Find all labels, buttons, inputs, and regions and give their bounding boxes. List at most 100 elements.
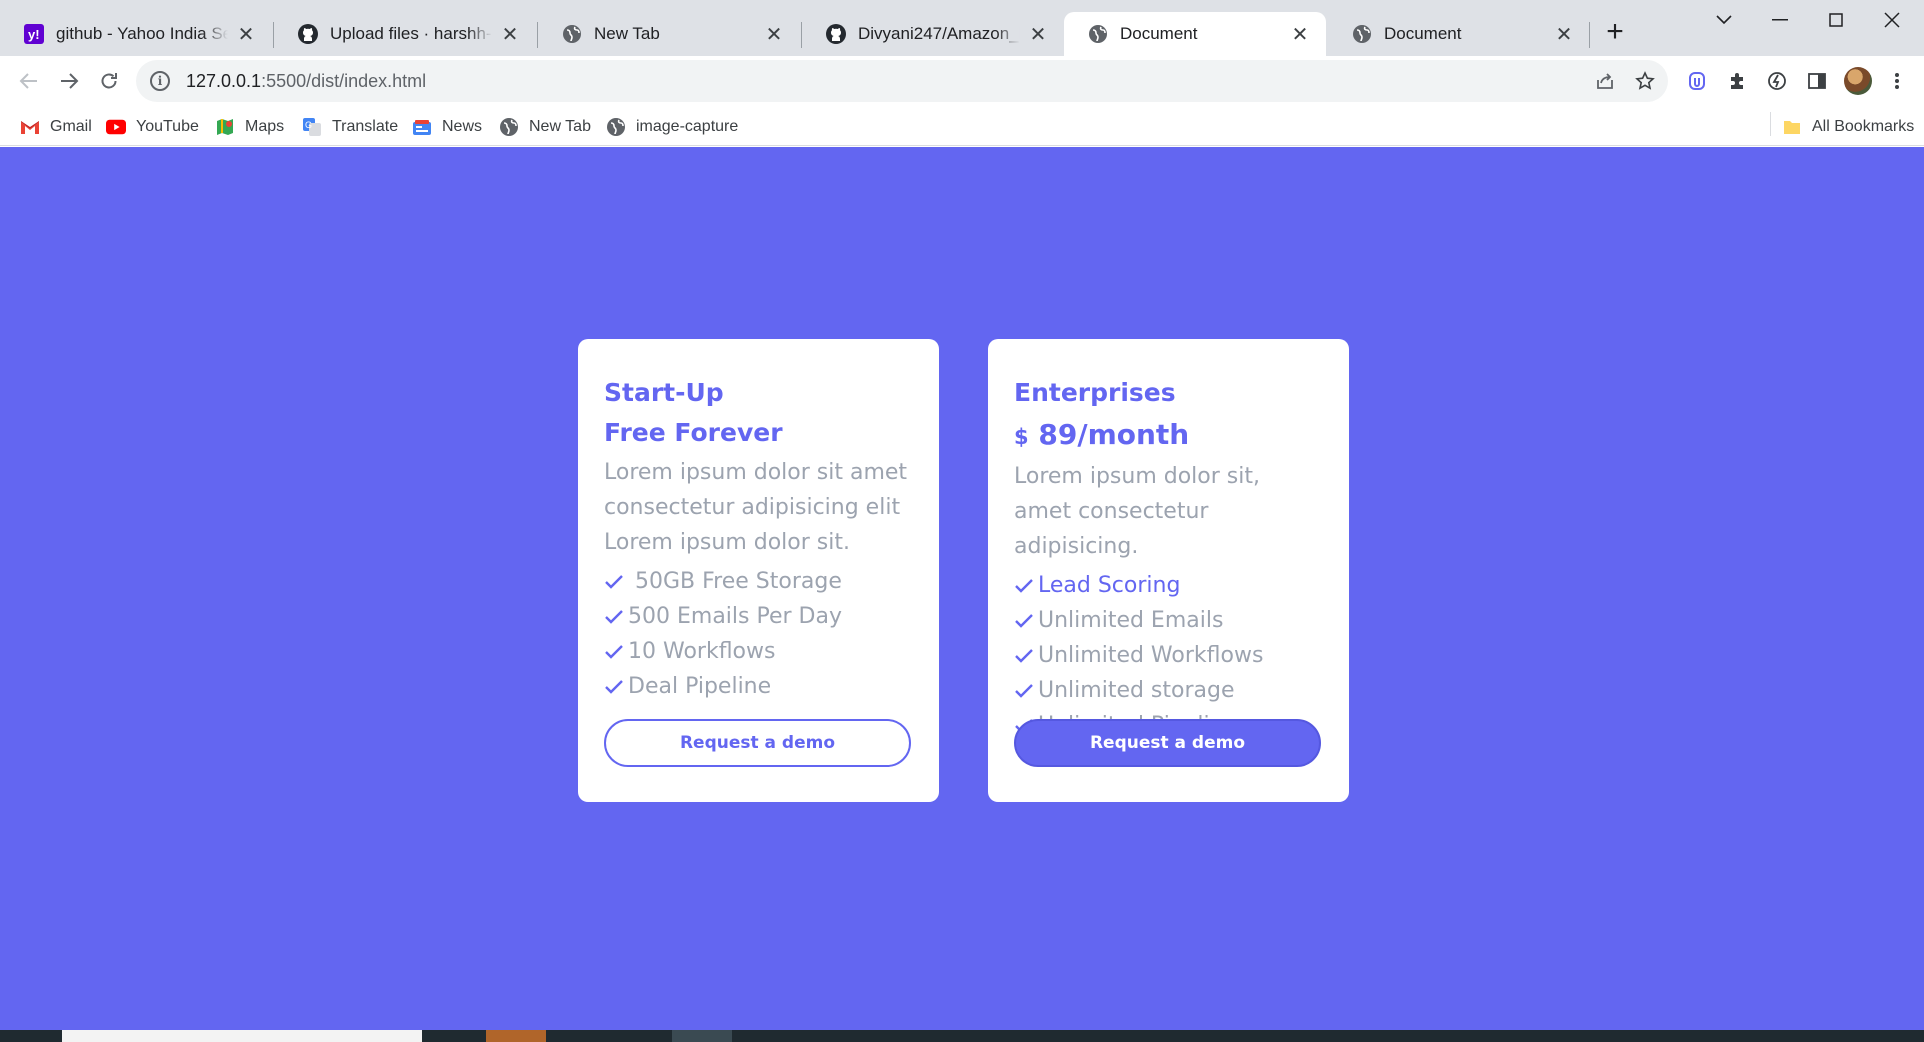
price-value: 89/month xyxy=(1038,418,1190,451)
bookmark-gmail[interactable]: Gmail xyxy=(20,115,92,139)
tab-title: New Tab xyxy=(594,24,660,43)
feature-item: Unlimited Workflows xyxy=(1014,638,1323,673)
close-tab-icon[interactable]: ✕ xyxy=(1026,22,1050,46)
new-tab-plus-icon[interactable]: + xyxy=(1600,17,1630,48)
tab-title: Divyani247/Amazon_landing xyxy=(858,24,1020,43)
performance-icon[interactable] xyxy=(1762,66,1792,96)
bookmark-label: Gmail xyxy=(50,118,92,135)
tab-title: github - Yahoo India Search xyxy=(56,24,228,43)
check-icon xyxy=(604,606,626,628)
feature-item: 50GB Free Storage xyxy=(604,564,913,599)
tab-search-chevron-icon[interactable] xyxy=(1696,0,1752,40)
svg-text:y!: y! xyxy=(28,27,40,42)
close-tab-icon[interactable]: ✕ xyxy=(1552,22,1576,46)
pricing-card-enterprises: Enterprises $ 89/month Lorem ipsum dolor… xyxy=(988,339,1349,802)
address-url: 127.0.0.1:5500/dist/index.html xyxy=(186,71,426,92)
all-bookmarks[interactable]: All Bookmarks xyxy=(1782,115,1914,139)
check-icon xyxy=(1014,680,1036,702)
feature-item: 10 Workflows xyxy=(604,634,913,669)
address-bar[interactable]: i 127.0.0.1:5500/dist/index.html xyxy=(136,60,1668,102)
reload-icon[interactable] xyxy=(90,62,128,100)
taskbar-app-icon[interactable] xyxy=(672,1030,732,1042)
back-arrow-icon[interactable] xyxy=(10,62,48,100)
globe-icon xyxy=(499,117,519,137)
tab-upload-files[interactable]: Upload files · harshh-sharma ✕ xyxy=(274,12,536,56)
plan-title: Start-Up xyxy=(604,378,724,407)
bookmark-youtube[interactable]: YouTube xyxy=(106,115,199,139)
taskbar-app-icon[interactable] xyxy=(486,1030,546,1042)
bookmark-label: Translate xyxy=(332,118,399,135)
close-window-icon[interactable] xyxy=(1864,0,1920,40)
gmail-icon xyxy=(20,117,40,137)
feature-item: Deal Pipeline xyxy=(604,669,913,704)
extension-copilot-icon[interactable] xyxy=(1682,66,1712,96)
tab-title: Document xyxy=(1120,24,1198,43)
close-tab-icon[interactable]: ✕ xyxy=(1288,22,1312,46)
check-icon xyxy=(604,571,626,593)
feature-label: Unlimited Workflows xyxy=(1038,643,1264,668)
plan-price: $ 89/month xyxy=(1014,413,1323,459)
bookmark-news[interactable]: News xyxy=(412,115,482,139)
site-info-icon[interactable]: i xyxy=(150,71,170,91)
check-icon xyxy=(604,641,626,663)
translate-icon: G xyxy=(302,117,322,137)
feature-label: Unlimited Emails xyxy=(1038,608,1224,633)
tab-strip: y! github - Yahoo India Search ✕ Upload … xyxy=(0,0,1924,56)
github-icon xyxy=(298,24,318,44)
extensions-puzzle-icon[interactable] xyxy=(1722,66,1752,96)
price-currency: $ xyxy=(1014,425,1029,449)
check-icon xyxy=(1014,610,1036,632)
request-demo-button[interactable]: Request a demo xyxy=(1014,719,1321,767)
bookmark-new-tab[interactable]: New Tab xyxy=(499,115,591,139)
feature-label: 50GB Free Storage xyxy=(628,569,842,594)
feature-item: 500 Emails Per Day xyxy=(604,599,913,634)
all-bookmarks-label: All Bookmarks xyxy=(1812,118,1915,135)
plan-subtitle: Free Forever xyxy=(604,418,783,447)
bookmark-maps[interactable]: Maps xyxy=(215,115,284,139)
share-icon[interactable] xyxy=(1590,66,1620,96)
bookmarks-divider xyxy=(1770,112,1771,136)
tab-title: Upload files · harshh-sharma xyxy=(330,24,492,43)
feature-item: Unlimited Emails xyxy=(1014,603,1323,638)
youtube-icon xyxy=(106,117,126,137)
plan-description: Lorem ipsum dolor sit amet consectetur a… xyxy=(604,460,908,555)
profile-avatar[interactable] xyxy=(1844,67,1872,95)
side-panel-icon[interactable] xyxy=(1802,66,1832,96)
tab-new-tab[interactable]: New Tab ✕ xyxy=(538,12,800,56)
globe-icon xyxy=(1352,24,1372,44)
plan-title: Enterprises xyxy=(1014,378,1176,407)
url-path: :5500/dist/index.html xyxy=(261,70,427,91)
url-host: 127.0.0.1 xyxy=(186,70,262,91)
tab-yahoo-search[interactable]: y! github - Yahoo India Search ✕ xyxy=(0,12,272,56)
bookmarks-bar: Gmail YouTube Maps G Translate News New … xyxy=(0,106,1924,146)
pricing-card-startup: Start-Up Free Forever Lorem ipsum dolor … xyxy=(578,339,939,802)
tab-amazon-landing[interactable]: Divyani247/Amazon_landing ✕ xyxy=(802,12,1064,56)
close-tab-icon[interactable]: ✕ xyxy=(498,22,522,46)
close-tab-icon[interactable]: ✕ xyxy=(234,22,258,46)
bookmark-label: Maps xyxy=(245,118,285,135)
kebab-menu-icon[interactable] xyxy=(1882,66,1912,96)
forward-arrow-icon[interactable] xyxy=(50,62,88,100)
feature-label: 500 Emails Per Day xyxy=(628,604,842,629)
bookmark-star-icon[interactable] xyxy=(1630,66,1660,96)
bookmark-label: News xyxy=(442,118,483,135)
bookmark-label: YouTube xyxy=(136,118,199,135)
maps-icon xyxy=(215,117,235,137)
bookmark-label: image-capture xyxy=(636,118,739,135)
bookmark-image-capture[interactable]: image-capture xyxy=(606,115,738,139)
maximize-icon[interactable] xyxy=(1808,0,1864,40)
minimize-icon[interactable] xyxy=(1752,0,1808,40)
tab-document[interactable]: Document ✕ xyxy=(1328,12,1590,56)
bookmark-label: New Tab xyxy=(529,118,591,135)
feature-label: Lead Scoring xyxy=(1038,573,1181,598)
bookmark-translate[interactable]: G Translate xyxy=(302,115,398,139)
globe-icon xyxy=(1088,24,1108,44)
close-tab-icon[interactable]: ✕ xyxy=(762,22,786,46)
request-demo-button[interactable]: Request a demo xyxy=(604,719,911,767)
taskbar-search-box[interactable] xyxy=(62,1030,422,1042)
svg-text:G: G xyxy=(305,120,312,130)
plan-description: Lorem ipsum dolor sit, amet consectetur … xyxy=(1014,464,1260,559)
feature-label: Deal Pipeline xyxy=(628,674,772,699)
check-icon xyxy=(604,676,626,698)
tab-document-active[interactable]: Document ✕ xyxy=(1064,12,1326,56)
